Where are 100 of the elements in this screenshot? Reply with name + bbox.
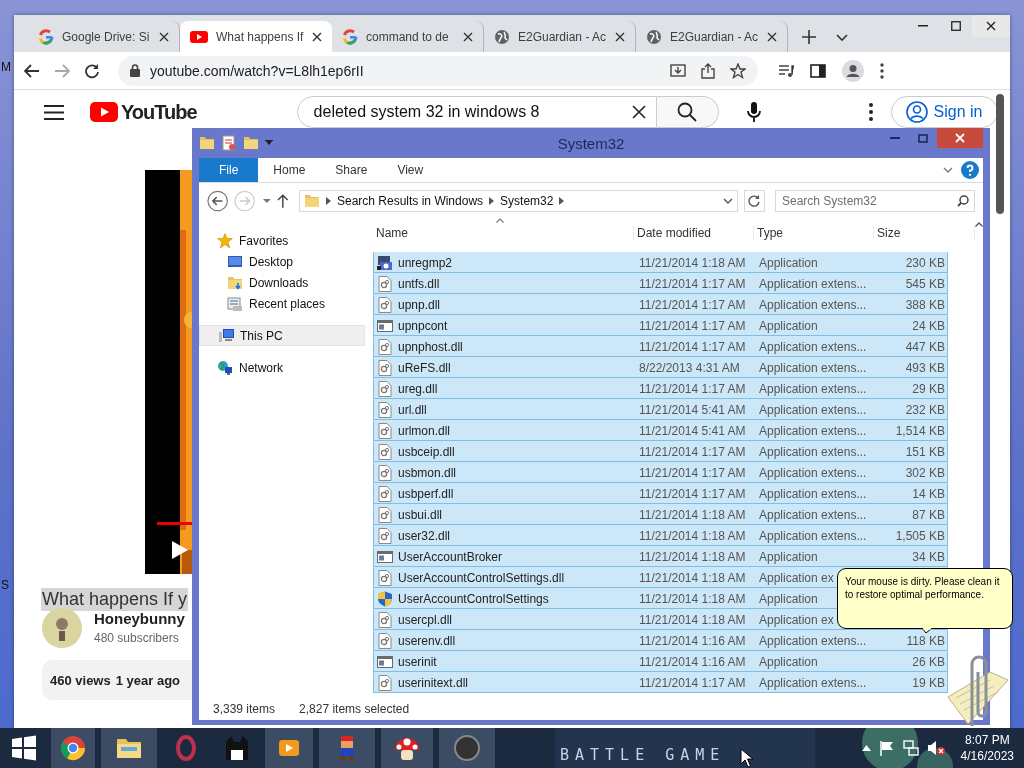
profile-icon[interactable]: [842, 59, 864, 82]
play-icon[interactable]: [171, 540, 189, 560]
circle-icon[interactable]: [453, 734, 481, 762]
new-folder-icon[interactable]: [243, 135, 259, 151]
file-row[interactable]: usbmon.dll 11/21/2014 1:17 AM Application extens... 302 KB: [373, 462, 948, 483]
file-name: userinit: [398, 654, 437, 669]
close-icon[interactable]: [615, 31, 625, 42]
file-row[interactable]: upnpcont 11/21/2014 1:17 AM Application 24 KB: [373, 315, 948, 336]
channel-name[interactable]: Honeybunny: [94, 610, 185, 627]
breadcrumb-item[interactable]: Search Results in Windows: [337, 193, 484, 208]
microphone-icon[interactable]: [746, 102, 761, 122]
new-tab-icon[interactable]: [802, 30, 816, 44]
desktop-icon-label[interactable]: M: [1, 60, 11, 74]
navigation-item[interactable]: Favorites: [199, 230, 365, 251]
ribbon-tab[interactable]: Share: [320, 158, 383, 182]
file-row[interactable]: urlmon.dll 11/21/2014 5:41 AM Application extens... 1,514 KB: [373, 420, 948, 441]
install-icon[interactable]: [670, 62, 686, 79]
close-button[interactable]: [937, 128, 983, 148]
file-type: Application extens...: [759, 423, 867, 438]
file-row[interactable]: userenv.dll 11/21/2014 1:16 AM Application extens... 118 KB: [373, 630, 948, 651]
navigation-item[interactable]: Downloads: [199, 272, 365, 293]
sign-in-button[interactable]: Sign in: [890, 96, 998, 128]
browser-tab[interactable]: What happens If: [180, 21, 332, 52]
cat-icon[interactable]: [223, 734, 251, 762]
file-size: 24 KB: [912, 318, 945, 333]
back-icon[interactable]: [24, 63, 40, 78]
description-box[interactable]: 460 views 1 year ago: [42, 660, 192, 700]
file-row[interactable]: usbceip.dll 11/21/2014 1:17 AM Application extens... 151 KB: [373, 441, 948, 462]
file-size: 302 KB: [905, 465, 945, 480]
chrome-icon[interactable]: [59, 734, 87, 762]
chevron-down-icon[interactable]: [943, 167, 953, 173]
scrollbar-thumb[interactable]: [996, 94, 1004, 214]
refresh-button[interactable]: [743, 189, 765, 212]
file-row[interactable]: userinitext.dll 11/21/2014 1:17 AM Application extens... 19 KB: [373, 672, 948, 693]
file-row[interactable]: unregmp2 11/21/2014 1:18 AM Application 230 KB: [373, 252, 948, 273]
maximize-icon: [918, 133, 928, 143]
file-row[interactable]: uReFS.dll 8/22/2013 4:31 AM Application extens... 493 KB: [373, 357, 948, 378]
ribbon-tab[interactable]: View: [382, 158, 439, 182]
video-player[interactable]: [145, 170, 192, 574]
caret-icon[interactable]: [265, 140, 273, 146]
share-icon[interactable]: [700, 62, 716, 79]
date-modified: 11/21/2014 1:18 AM: [639, 570, 746, 585]
file-row[interactable]: usbperf.dll 11/21/2014 1:17 AM Application extens... 14 KB: [373, 483, 948, 504]
file-row[interactable]: untfs.dll 11/21/2014 1:17 AM Application extens... 545 KB: [373, 273, 948, 294]
column-header[interactable]: Type: [754, 226, 874, 240]
file-size: 447 KB: [905, 339, 945, 354]
menu-dots-icon[interactable]: [880, 62, 884, 79]
navigation-item[interactable]: Recent places: [199, 293, 365, 314]
address-bar[interactable]: Search Results in Windows System32: [299, 189, 738, 212]
search-field[interactable]: Search System32: [775, 189, 975, 212]
file-row[interactable]: usbui.dll 11/21/2014 1:18 AM Application extens... 87 KB: [373, 504, 948, 525]
clear-icon[interactable]: [631, 105, 646, 119]
reload-icon[interactable]: [84, 62, 100, 79]
navigation-item[interactable]: Desktop: [199, 251, 365, 272]
menu-dots-icon[interactable]: [868, 103, 873, 121]
chevron-down-icon[interactable]: [722, 197, 733, 204]
file-size: 29 KB: [912, 381, 945, 396]
globe-icon: [494, 28, 510, 45]
chevron-up-icon[interactable]: [861, 745, 871, 751]
ribbon-tab[interactable]: File: [199, 158, 259, 182]
column-header[interactable]: Name: [373, 226, 634, 240]
file-row[interactable]: ureg.dll 11/21/2014 1:17 AM Application extens... 29 KB: [373, 378, 948, 399]
date-modified: 11/21/2014 1:17 AM: [639, 318, 746, 333]
address-bar[interactable]: youtube.com/watch?v=L8lh1ep6rII: [118, 55, 758, 86]
ribbon-tab[interactable]: Home: [258, 158, 321, 182]
file-row[interactable]: userinit 11/21/2014 1:16 AM Application 26 KB: [373, 651, 948, 672]
file-row[interactable]: UserAccountBroker 11/21/2014 1:18 AM Application 34 KB: [373, 546, 948, 567]
chevron-down-icon[interactable]: [836, 34, 848, 42]
file-row[interactable]: url.dll 11/21/2014 5:41 AM Application extens... 232 KB: [373, 399, 948, 420]
star-icon[interactable]: [730, 62, 746, 79]
breadcrumb-item[interactable]: System32: [500, 193, 554, 208]
menu-icon[interactable]: [44, 104, 64, 120]
dropdown-icon[interactable]: [261, 197, 272, 204]
up-arrow-icon[interactable]: [277, 193, 289, 208]
file-gear-icon: [377, 485, 393, 502]
properties-icon[interactable]: [221, 135, 237, 151]
column-header[interactable]: Date modified: [634, 226, 754, 240]
help-icon[interactable]: [961, 161, 979, 179]
file-row[interactable]: upnphost.dll 11/21/2014 1:17 AM Application extens... 447 KB: [373, 336, 948, 357]
desktop-icon-label[interactable]: S: [1, 578, 9, 592]
close-icon[interactable]: [463, 31, 473, 42]
file-gear-icon: [377, 443, 393, 460]
start-icon[interactable]: [10, 734, 38, 762]
file-row[interactable]: upnp.dll 11/21/2014 1:17 AM Application extens... 388 KB: [373, 294, 948, 315]
close-icon[interactable]: [312, 31, 322, 42]
volume-muted-icon[interactable]: [926, 740, 945, 756]
column-header[interactable]: Size: [874, 226, 975, 240]
search-button[interactable]: [656, 96, 719, 128]
file-row[interactable]: user32.dll 11/21/2014 1:18 AM Application extens... 1,505 KB: [373, 525, 948, 546]
close-icon[interactable]: [159, 31, 169, 42]
close-icon[interactable]: [767, 31, 777, 42]
flag-icon[interactable]: [878, 740, 895, 756]
scroll-up-icon[interactable]: [975, 222, 983, 227]
youtube-logo[interactable]: YouTube: [90, 100, 197, 124]
network-icon[interactable]: [902, 740, 919, 756]
navigation-item[interactable]: Network: [199, 357, 365, 378]
media-list-icon[interactable]: [778, 63, 794, 78]
clock[interactable]: 8:07 PM 4/16/2023: [960, 732, 1014, 764]
side-panel-icon[interactable]: [810, 63, 826, 78]
navigation-item[interactable]: This PC: [199, 325, 365, 346]
